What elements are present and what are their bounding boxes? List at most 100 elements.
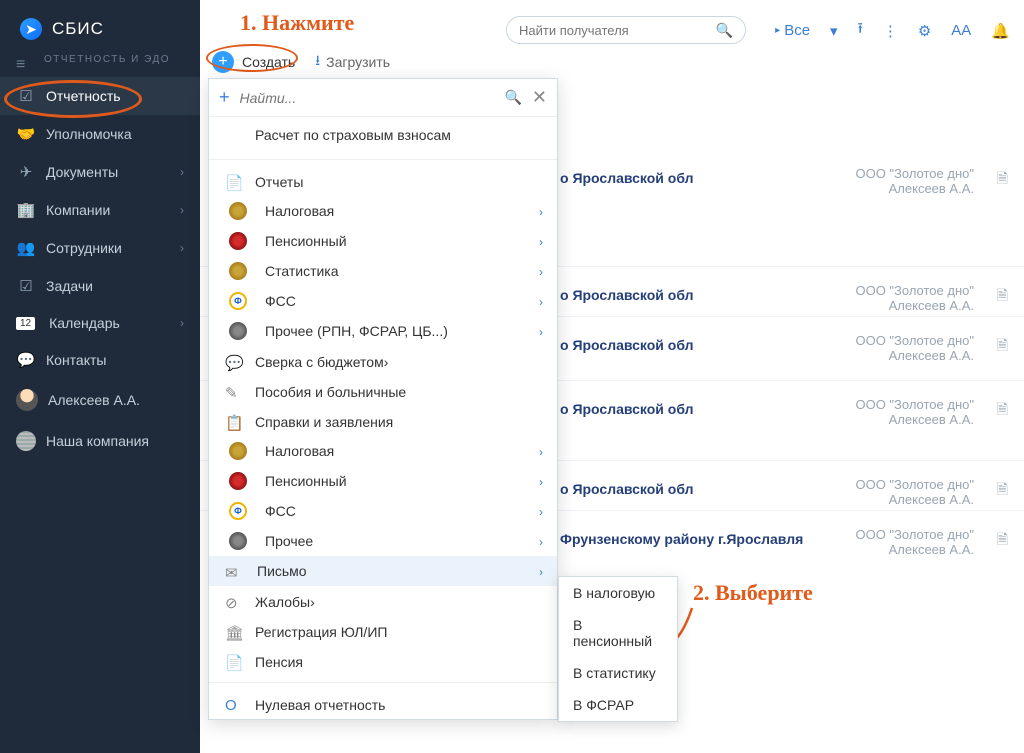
fontsize-icon[interactable]: AA bbox=[951, 22, 971, 39]
item-label: Налоговая bbox=[265, 443, 334, 459]
menu-item-Статистика[interactable]: Статистика› bbox=[209, 256, 557, 286]
fss-icon: Ф bbox=[229, 502, 247, 520]
chevron-right-icon: › bbox=[310, 594, 315, 610]
menu-group-Справки и заявления[interactable]: 📋Справки и заявления bbox=[209, 406, 557, 436]
filter-icon[interactable]: ▾ bbox=[830, 22, 838, 40]
group-label: Жалобы bbox=[255, 594, 310, 610]
group-label: Отчеты bbox=[255, 174, 303, 190]
menu-group-Сверка с бюджетом[interactable]: 💬Сверка с бюджетом› bbox=[209, 346, 557, 376]
upload-icon[interactable]: ⭱ bbox=[858, 18, 863, 43]
sidebar-item-Компании[interactable]: 🏢 Компании › bbox=[0, 191, 200, 229]
group-label: Справки и заявления bbox=[255, 414, 393, 430]
letter-submenu: В налоговуюВ пенсионныйВ статистикуВ ФСР… bbox=[558, 576, 678, 722]
logo[interactable]: ➤ СБИС bbox=[0, 0, 200, 54]
group-icon: 📄 bbox=[225, 174, 244, 192]
download-icon: ⭳ bbox=[315, 50, 320, 74]
logo-icon: ➤ bbox=[20, 18, 42, 40]
nav-label: Отчетность bbox=[46, 88, 121, 104]
row-meta: ООО "Золотое дно"Алексеев А.А. bbox=[855, 166, 974, 196]
more-icon[interactable]: ⋮ bbox=[883, 22, 898, 40]
menu-group-Пенсия[interactable]: 📄Пенсия bbox=[209, 646, 557, 676]
group-icon: 💬 bbox=[225, 354, 244, 372]
chevron-right-icon: › bbox=[180, 203, 184, 217]
sidebar-item-Сотрудники[interactable]: 👥Сотрудники› bbox=[0, 229, 200, 267]
item-label: Пенсионный bbox=[265, 473, 347, 489]
filter-all[interactable]: Все bbox=[775, 22, 810, 39]
menu-group-Отчеты[interactable]: 📄 Отчеты bbox=[209, 166, 557, 196]
sidebar-item-Документы[interactable]: ✈Документы› bbox=[0, 153, 200, 191]
search-icon[interactable]: 🔍 bbox=[716, 22, 733, 39]
group-icon: 🏛 bbox=[225, 624, 244, 642]
recent-item[interactable]: Расчет по страховым взносам bbox=[209, 117, 557, 153]
sidebar-item-Календарь[interactable]: 12Календарь› bbox=[0, 305, 200, 341]
group-icon: ✉ bbox=[225, 564, 238, 582]
row-doc-icon[interactable]: 🗎 bbox=[997, 479, 1008, 503]
sidebar-item-Отчетность[interactable]: ☑Отчетность bbox=[0, 77, 200, 115]
create-button[interactable]: + Создать bbox=[212, 51, 295, 73]
menu-group-Письмо[interactable]: ✉Письмо› bbox=[209, 556, 557, 586]
nav-label: Наша компания bbox=[46, 433, 149, 449]
emblem-icon bbox=[229, 232, 247, 250]
chevron-right-icon: › bbox=[539, 295, 543, 309]
nav-list: ☑Отчетность🤝Уполномочка✈Документы›🏢Компа… bbox=[0, 77, 200, 461]
row-doc-icon[interactable]: 🗎 bbox=[997, 529, 1008, 553]
chevron-right-icon: › bbox=[180, 241, 184, 255]
search-box[interactable]: 🔍 bbox=[506, 16, 746, 44]
menu-item-Пенсионный[interactable]: Пенсионный› bbox=[209, 466, 557, 496]
emblem-icon bbox=[229, 262, 247, 280]
nav-icon: 🏢 bbox=[16, 201, 36, 219]
row-doc-icon[interactable]: 🗎 bbox=[997, 168, 1008, 192]
panel-close-icon[interactable]: ✕ bbox=[532, 87, 547, 108]
menu-group-Регистрация ЮЛ/ИП[interactable]: 🏛Регистрация ЮЛ/ИП bbox=[209, 616, 557, 646]
group-icon: ⊘ bbox=[225, 594, 238, 612]
nav-icon: ☑ bbox=[16, 277, 36, 295]
panel-search-icon[interactable]: 🔍 bbox=[504, 89, 521, 106]
sidebar-item-Наша компания[interactable]: Наша компания bbox=[0, 421, 200, 461]
menu-item-Прочее[interactable]: Прочее › bbox=[209, 526, 557, 556]
menu-group-Пособия и больничные[interactable]: ✎ Пособия и больничные bbox=[209, 376, 557, 406]
menu-item-ФСС[interactable]: ФФСС› bbox=[209, 496, 557, 526]
group-label: Пособия и больничные bbox=[255, 384, 406, 400]
submenu-item-В налоговую[interactable]: В налоговую bbox=[559, 577, 677, 609]
submenu-item-В статистику[interactable]: В статистику bbox=[559, 657, 677, 689]
group-icon: ✎ bbox=[225, 384, 238, 402]
item-label: ФСС bbox=[265, 503, 296, 519]
group-label: Пенсия bbox=[255, 654, 303, 670]
submenu-item-В пенсионный[interactable]: В пенсионный bbox=[559, 609, 677, 657]
upload-button[interactable]: ⭳ Загрузить bbox=[315, 50, 390, 74]
row-doc-icon[interactable]: 🗎 bbox=[997, 399, 1008, 423]
app-name: СБИС bbox=[52, 19, 104, 39]
nav-label: Контакты bbox=[46, 352, 106, 368]
annotation-2: 2. Выберите bbox=[693, 580, 813, 606]
bell-icon[interactable]: 🔔 bbox=[991, 22, 1010, 40]
sidebar-item-Задачи[interactable]: ☑Задачи bbox=[0, 267, 200, 305]
emblem-icon bbox=[229, 472, 247, 490]
menu-item-Пенсионный[interactable]: Пенсионный› bbox=[209, 226, 557, 256]
chevron-right-icon: › bbox=[539, 445, 543, 459]
row-doc-icon[interactable]: 🗎 bbox=[997, 335, 1008, 359]
panel-body: 📄ОтчетыНалоговая›Пенсионный›Статистика›Ф… bbox=[209, 166, 557, 676]
sidebar-item-Алексеев А.А.[interactable]: Алексеев А.А. bbox=[0, 379, 200, 421]
panel-plus-icon[interactable]: + bbox=[219, 87, 230, 108]
sidebar-item-Уполномочка[interactable]: 🤝Уполномочка bbox=[0, 115, 200, 153]
chevron-right-icon: › bbox=[539, 265, 543, 279]
item-label: Прочее bbox=[265, 533, 313, 549]
menu-item-Прочее (РПН, ФСРАР, ЦБ...)[interactable]: Прочее (РПН, ФСРАР, ЦБ...)› bbox=[209, 316, 557, 346]
row-doc-icon[interactable]: 🗎 bbox=[997, 285, 1008, 309]
panel-search-input[interactable] bbox=[240, 90, 495, 106]
menu-null-reporting[interactable]: O Нулевая отчетность bbox=[209, 689, 557, 719]
sidebar-item-Контакты[interactable]: 💬Контакты bbox=[0, 341, 200, 379]
menu-group-Жалобы[interactable]: ⊘ Жалобы› bbox=[209, 586, 557, 616]
calendar-badge: 12 bbox=[16, 317, 35, 330]
chevron-right-icon: › bbox=[539, 535, 543, 549]
group-label: Сверка с бюджетом bbox=[255, 354, 384, 370]
menu-item-ФСС[interactable]: ФФСС› bbox=[209, 286, 557, 316]
emblem-icon bbox=[229, 442, 247, 460]
nav-label: Компании bbox=[46, 202, 110, 218]
search-input[interactable] bbox=[519, 23, 716, 38]
settings-icon[interactable]: ⚙ bbox=[918, 22, 931, 40]
hamburger-icon[interactable]: ≡ bbox=[16, 56, 25, 74]
menu-item-Налоговая[interactable]: Налоговая › bbox=[209, 436, 557, 466]
submenu-item-В ФСРАР[interactable]: В ФСРАР bbox=[559, 689, 677, 721]
menu-item-Налоговая[interactable]: Налоговая› bbox=[209, 196, 557, 226]
